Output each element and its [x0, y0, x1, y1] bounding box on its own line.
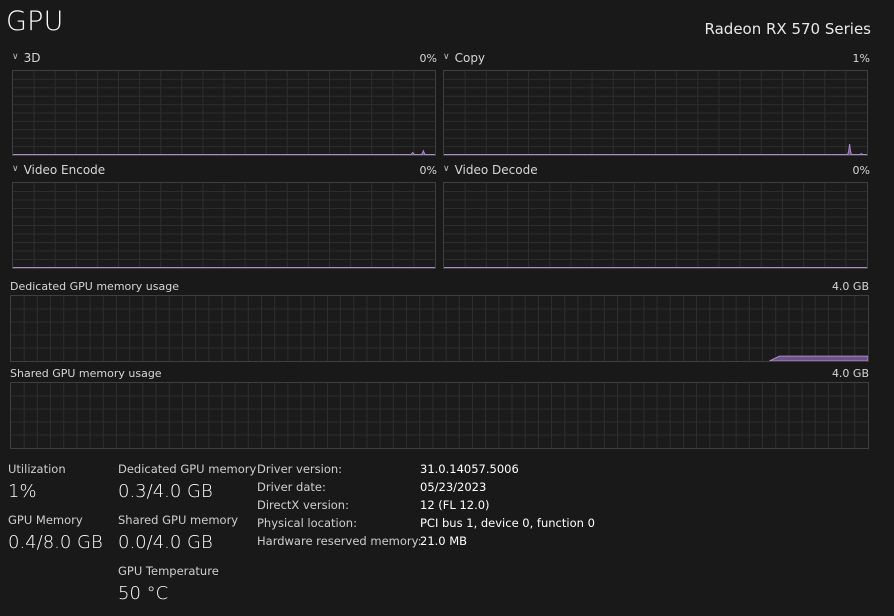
chevron-down-icon: ∨: [443, 52, 450, 62]
engine-graph-video-decode: [443, 182, 868, 269]
dedicated-memory-graph: [10, 295, 869, 362]
gpu-temperature-value: 50 °C: [118, 583, 169, 604]
dedicated-memory-label: Dedicated GPU memory: [118, 462, 257, 476]
dedicated-memory-value: 0.3/4.0 GB: [118, 481, 213, 502]
adapter-name: Radeon RX 570 Series: [704, 20, 871, 38]
physical-location-key: Physical location:: [257, 516, 357, 530]
hardware-reserved-memory-key: Hardware reserved memory:: [257, 534, 422, 548]
chevron-down-icon: ∨: [443, 164, 450, 174]
driver-version-key: Driver version:: [257, 462, 343, 476]
gpu-temperature-label: GPU Temperature: [118, 564, 219, 578]
chevron-down-icon: ∨: [12, 164, 19, 174]
hardware-reserved-memory-value: 21.0 MB: [420, 534, 468, 548]
dedicated-memory-graph-label: Dedicated GPU memory usage: [10, 280, 179, 293]
engine-label: Video Decode: [454, 163, 538, 177]
chevron-down-icon: ∨: [12, 52, 19, 62]
utilization-label: Utilization: [8, 462, 66, 476]
gpu-memory-label: GPU Memory: [8, 513, 83, 527]
engine-graph-copy: [443, 70, 868, 156]
directx-version-key: DirectX version:: [257, 498, 349, 512]
shared-memory-graph: [10, 382, 869, 449]
dedicated-memory-graph-max: 4.0 GB: [831, 280, 869, 293]
gpu-memory-value: 0.4/8.0 GB: [8, 532, 103, 553]
utilization-value: 1%: [8, 481, 37, 502]
shared-memory-graph-max: 4.0 GB: [831, 367, 869, 380]
engine-percent: 0%: [419, 52, 437, 65]
engine-selector-video-encode[interactable]: ∨ Video Encode: [12, 163, 105, 177]
engine-selector-3d[interactable]: ∨ 3D: [12, 51, 40, 65]
engine-percent: 0%: [852, 164, 870, 177]
driver-date-value: 05/23/2023: [420, 480, 487, 494]
engine-percent: 0%: [419, 164, 437, 177]
engine-label: 3D: [23, 51, 41, 65]
directx-version-value: 12 (FL 12.0): [420, 498, 490, 512]
engine-selector-copy[interactable]: ∨ Copy: [443, 51, 485, 65]
physical-location-value: PCI bus 1, device 0, function 0: [420, 516, 595, 530]
shared-memory-graph-label: Shared GPU memory usage: [10, 367, 162, 380]
engine-label: Video Encode: [23, 163, 106, 177]
memory-usage-area: [769, 355, 868, 361]
driver-date-key: Driver date:: [257, 480, 326, 494]
engine-graph-video-encode: [12, 182, 436, 269]
driver-version-value: 31.0.14057.5006: [420, 462, 519, 476]
engine-label: Copy: [454, 51, 486, 65]
shared-memory-label: Shared GPU memory: [118, 513, 239, 527]
engine-percent: 1%: [852, 52, 870, 65]
engine-graph-3d: [12, 70, 436, 156]
shared-memory-value: 0.0/4.0 GB: [118, 532, 213, 553]
page-title: GPU: [6, 6, 64, 37]
engine-selector-video-decode[interactable]: ∨ Video Decode: [443, 163, 538, 177]
